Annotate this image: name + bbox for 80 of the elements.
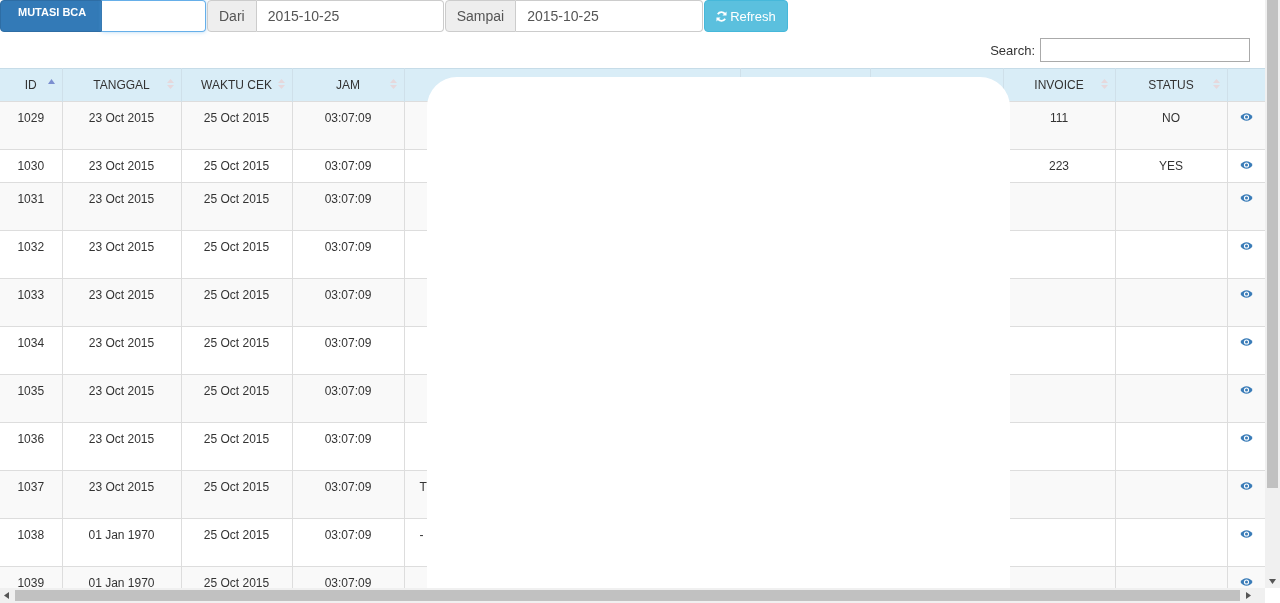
scroll-left-icon[interactable] [4, 592, 9, 599]
table-cell: 1037 [17, 480, 45, 494]
view-icon[interactable] [1239, 481, 1253, 491]
table-cell: 25 Oct 2015 [203, 480, 270, 494]
table-cell: 223 [1049, 159, 1069, 173]
table-cell: 1039 [17, 576, 45, 588]
table-cell: 25 Oct 2015 [203, 288, 270, 302]
table-cell: 25 Oct 2015 [203, 384, 270, 398]
table-cell: 03:07:09 [324, 159, 372, 173]
table-cell: 23 Oct 2015 [88, 336, 155, 350]
table-cell: 23 Oct 2015 [88, 288, 155, 302]
table-cell: 03:07:09 [324, 480, 372, 494]
view-icon[interactable] [1239, 289, 1253, 299]
search-label: Search: [990, 42, 1035, 58]
table-cell: 25 Oct 2015 [203, 576, 270, 588]
scroll-down-icon[interactable] [1269, 579, 1276, 584]
view-icon[interactable] [1239, 433, 1253, 443]
date-label: Sampai [444, 0, 517, 32]
table-cell: - [419, 528, 424, 542]
table-cell: 23 Oct 2015 [88, 480, 155, 494]
table-cell: 23 Oct 2015 [88, 111, 155, 125]
view-icon[interactable] [1239, 193, 1253, 203]
table-cell: 03:07:09 [324, 336, 372, 350]
table-cell: 03:07:09 [324, 432, 372, 446]
column-header[interactable]: STATUS [1148, 78, 1194, 92]
refresh-icon [716, 10, 728, 22]
table-cell: 01 Jan 1970 [88, 528, 155, 542]
table-cell: 111 [1049, 111, 1069, 125]
table-cell: 25 Oct 2015 [203, 528, 270, 542]
view-icon[interactable] [1239, 112, 1253, 122]
table-cell: 1033 [17, 288, 45, 302]
table-cell: 03:07:09 [324, 192, 372, 206]
date-field[interactable]: 2015-10-25 [256, 0, 444, 32]
search-field[interactable] [1040, 38, 1250, 62]
table-cell: 23 Oct 2015 [88, 159, 155, 173]
table-cell: 03:07:09 [324, 240, 372, 254]
table-cell: 25 Oct 2015 [203, 240, 270, 254]
view-icon[interactable] [1239, 241, 1253, 251]
table-cell: 1036 [17, 432, 45, 446]
date-field[interactable]: 2015-10-25 [516, 0, 704, 32]
table-cell: 1031 [17, 192, 45, 206]
table-cell: 25 Oct 2015 [203, 159, 270, 173]
view-icon[interactable] [1239, 337, 1253, 347]
column-header[interactable]: INVOICE [1034, 78, 1084, 92]
table-cell: 25 Oct 2015 [203, 336, 270, 350]
table-cell: T [419, 480, 427, 494]
table-cell: NO [1162, 111, 1180, 125]
scroll-right-icon[interactable] [1246, 592, 1251, 599]
table-cell: 25 Oct 2015 [203, 432, 270, 446]
table-cell: 23 Oct 2015 [88, 240, 155, 254]
table-cell: 03:07:09 [324, 576, 372, 588]
source-label: MUTASI BCA [0, 0, 102, 32]
table-cell: 1035 [17, 384, 45, 398]
date-label: Dari [207, 0, 257, 32]
table-cell: 1032 [17, 240, 45, 254]
vertical-scrollbar[interactable] [1265, 0, 1280, 588]
table-cell: 1029 [17, 111, 45, 125]
horizontal-scrollbar[interactable] [0, 588, 1265, 603]
view-icon[interactable] [1239, 160, 1253, 170]
view-icon[interactable] [1239, 577, 1253, 587]
table-cell: YES [1159, 159, 1183, 173]
column-header[interactable]: ID [24, 78, 37, 92]
source-field[interactable] [102, 0, 206, 32]
view-icon[interactable] [1239, 529, 1253, 539]
table-cell: 1038 [17, 528, 45, 542]
table-cell: 23 Oct 2015 [88, 192, 155, 206]
table-cell: 01 Jan 1970 [88, 576, 155, 588]
table-cell: 03:07:09 [324, 111, 372, 125]
table-cell: 23 Oct 2015 [88, 432, 155, 446]
column-header[interactable]: JAM [336, 78, 360, 92]
table-cell: 03:07:09 [324, 288, 372, 302]
column-header[interactable]: TANGGAL [93, 78, 150, 92]
view-icon[interactable] [1239, 385, 1253, 395]
table-cell: 1034 [17, 336, 45, 350]
table-cell: 25 Oct 2015 [203, 111, 270, 125]
table-cell: 25 Oct 2015 [203, 192, 270, 206]
table-cell: 03:07:09 [324, 528, 372, 542]
table-cell: 23 Oct 2015 [88, 384, 155, 398]
table-cell: 1030 [17, 159, 45, 173]
table-cell: 03:07:09 [324, 384, 372, 398]
